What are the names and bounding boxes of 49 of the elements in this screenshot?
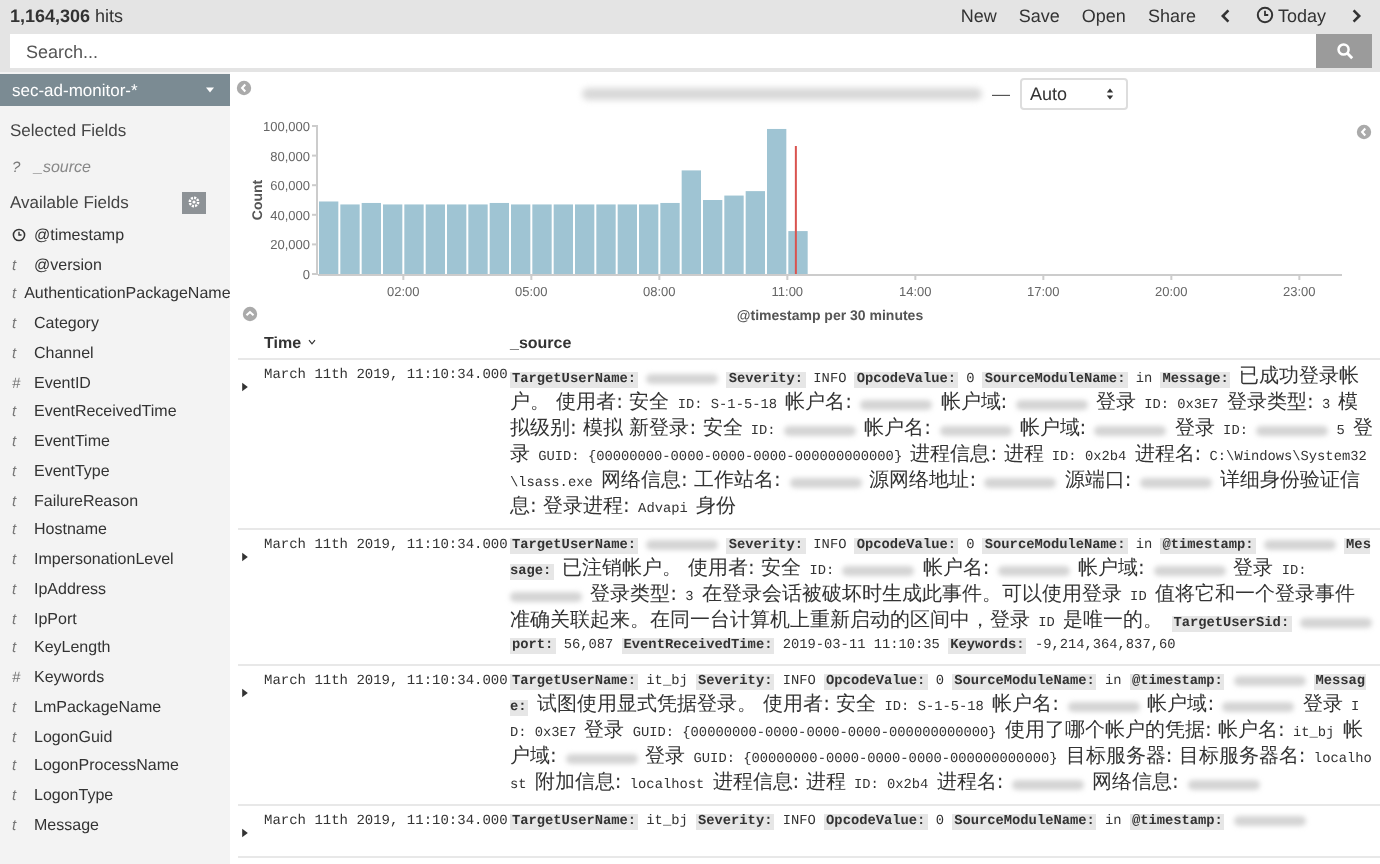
histogram-bar [404,204,424,274]
histogram-bar [703,200,723,274]
caret-icon [202,82,218,98]
expand-icon[interactable] [238,550,252,564]
histogram-bar [511,204,531,274]
histogram-bar [575,204,595,274]
histogram-bar [425,204,445,274]
histogram-bar [532,204,552,274]
gear-icon [186,194,202,210]
menu-link[interactable]: Open [1081,5,1126,25]
search-button[interactable] [1316,34,1372,68]
histogram-bar [447,204,467,274]
next-icon[interactable] [1348,7,1364,23]
histogram-bar [340,204,360,274]
section-title: Selected Fields [10,120,127,140]
histogram-bar [553,204,573,274]
expand-icon[interactable] [238,826,252,840]
menu-link[interactable]: New [960,5,997,25]
histogram-bar [468,204,488,274]
search-icon [1335,42,1353,60]
hit-count: 1,164,306 hits [10,5,126,25]
column-header: _source [510,333,572,351]
histogram-bar [639,204,659,274]
clock-icon [12,227,26,242]
settings-button[interactable] [182,191,206,213]
menu-link[interactable]: Save [1018,5,1060,25]
field-item[interactable]: @timestamp [0,220,230,250]
histogram-bar [383,204,403,274]
expand-icon[interactable] [238,686,252,700]
expand-icon[interactable] [238,380,252,394]
previous-icon[interactable] [1217,7,1234,23]
column-header[interactable]: Time [264,333,318,351]
histogram-bar [617,204,637,274]
section-title: Available Fields [10,192,129,212]
menu-link[interactable]: Share [1147,5,1196,25]
index-pattern-selector[interactable]: sec-ad-monitor-* [0,74,230,106]
sort-icon [305,336,318,348]
histogram-bar [724,195,744,274]
interval-select[interactable]: Auto [1020,78,1128,110]
histogram-bar [319,201,339,274]
histogram-bar [596,204,616,274]
histogram-bar [489,202,509,274]
reference-line [794,145,797,275]
select-arrows-icon [1102,86,1118,102]
search-field[interactable]: Search... [10,34,1316,68]
range-separator: — [992,84,1010,104]
histogram-bar [361,202,381,274]
clock-icon [1255,6,1274,24]
time-picker-link[interactable]: Today [1255,5,1326,25]
